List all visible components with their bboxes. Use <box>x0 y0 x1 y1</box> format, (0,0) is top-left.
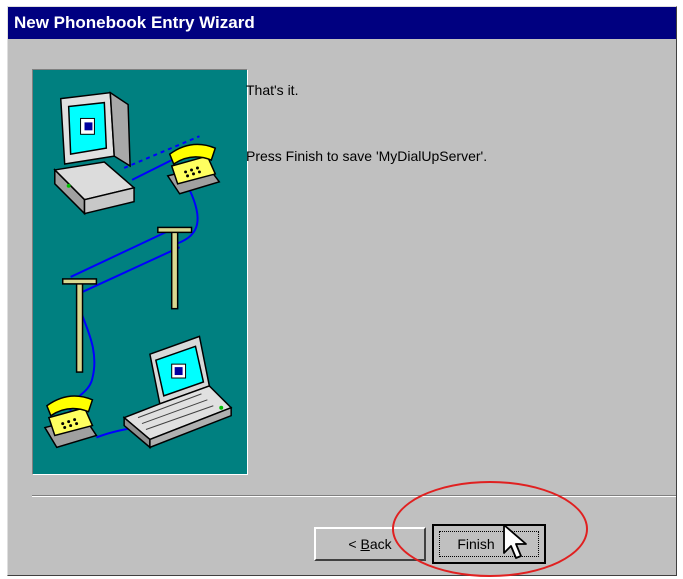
desktop-computer-icon <box>53 91 136 216</box>
back-button[interactable]: < Back <box>314 527 426 561</box>
dialup-network-illustration <box>32 69 248 475</box>
back-button-label: < Back <box>348 536 392 552</box>
mouse-pointer-icon <box>503 524 527 559</box>
telephone-icon <box>166 143 221 195</box>
telephone-icon <box>43 395 98 449</box>
wizard-window: New Phonebook Entry Wizard That's it. Pr… <box>7 6 677 576</box>
button-separator <box>32 495 676 497</box>
laptop-icon <box>122 335 233 449</box>
finish-button-label: Finish <box>457 536 495 552</box>
save-instruction: Press Finish to save 'MyDialUpServer'. <box>246 148 488 164</box>
window-title: New Phonebook Entry Wizard <box>8 7 676 39</box>
completion-heading: That's it. <box>246 82 299 98</box>
